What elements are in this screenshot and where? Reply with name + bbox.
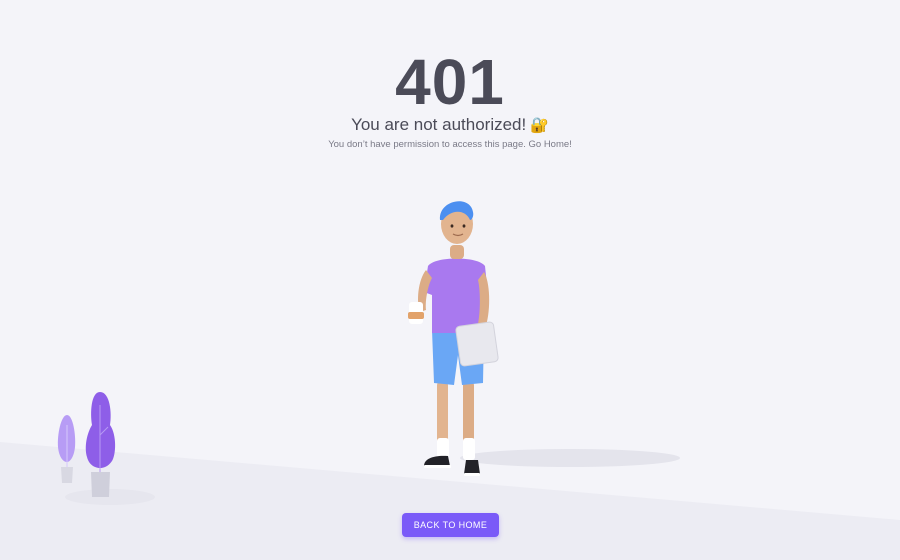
plants-illustration: [57, 392, 155, 505]
error-title: You are not authorized! 🔐: [0, 114, 900, 137]
error-code: 401: [395, 46, 505, 118]
lock-icon: 🔐: [530, 117, 549, 134]
person-illustration: [408, 201, 680, 476]
error-title-text: You are not authorized!: [351, 115, 527, 134]
error-message: You don’t have permission to access this…: [328, 139, 572, 150]
back-to-home-button[interactable]: BACK TO HOME: [402, 513, 499, 537]
